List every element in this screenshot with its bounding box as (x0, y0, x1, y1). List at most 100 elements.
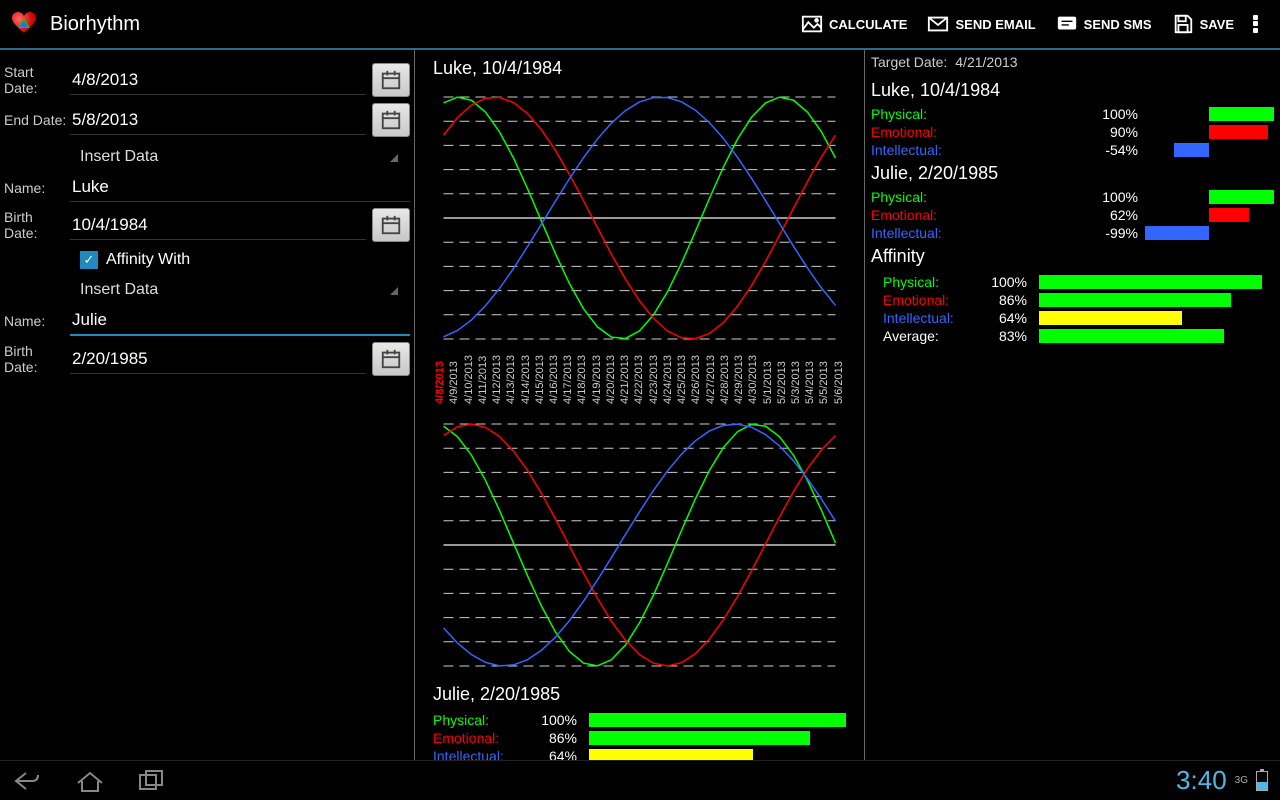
affinity-pct: 83% (981, 328, 1031, 344)
app-logo-icon (12, 12, 36, 36)
date-tick: 5/6/2013 (833, 355, 845, 404)
home-icon[interactable] (74, 769, 106, 793)
date-tick: 4/25/2013 (676, 355, 688, 404)
network-indicator: 3G (1235, 775, 1248, 786)
name1-input[interactable] (70, 173, 410, 202)
affinity-checkbox-row[interactable]: ✓ Affinity With (0, 245, 410, 273)
date-tick: 4/10/2013 (463, 355, 475, 404)
start-date-label: Start Date: (0, 64, 70, 96)
affinity-label: Emotional: (433, 730, 523, 746)
overflow-menu-button[interactable] (1244, 12, 1268, 36)
affinity-bar (1039, 311, 1262, 325)
picture-icon (801, 13, 823, 35)
stat-pct: 62% (1084, 207, 1144, 223)
name2-input[interactable] (70, 306, 410, 336)
affinity-label: Physical: (433, 712, 523, 728)
chart1 (421, 83, 858, 353)
chart-panel: Luke, 10/4/1984 4/8/20134/9/20134/10/201… (415, 50, 865, 760)
date-tick: 4/13/2013 (505, 355, 517, 404)
stat-label: Physical: (871, 189, 991, 205)
name1-label: Name: (0, 180, 70, 196)
stat-pct: 90% (1084, 124, 1144, 140)
date-tick: 5/4/2013 (804, 355, 816, 404)
email-icon (927, 13, 949, 35)
date-tick: 4/9/2013 (448, 355, 460, 404)
birth1-picker-button[interactable] (372, 208, 410, 242)
affinity-pct: 86% (531, 730, 581, 746)
affinity-row: Emotional: 86% (883, 291, 1262, 309)
start-date-picker-button[interactable] (372, 63, 410, 97)
affinity-summary-right: Physical: 100% Emotional: 86% Intellectu… (871, 271, 1274, 347)
date-tick: 4/15/2013 (534, 355, 546, 404)
birth2-label: Birth Date: (0, 343, 70, 375)
stats-p2-title: Julie, 2/20/1985 (871, 159, 1274, 188)
stat-row: Emotional: 62% (871, 206, 1274, 224)
date-tick: 4/16/2013 (548, 355, 560, 404)
battery-icon (1256, 771, 1268, 791)
send-email-button[interactable]: SEND EMAIL (917, 7, 1045, 41)
date-tick: 4/26/2013 (690, 355, 702, 404)
birth1-label: Birth Date: (0, 209, 70, 241)
affinity-pct: 64% (981, 310, 1031, 326)
date-tick: 4/22/2013 (633, 355, 645, 404)
calendar-icon (380, 109, 402, 131)
date-tick: 5/3/2013 (790, 355, 802, 404)
affinity-bar (589, 731, 846, 745)
affinity-pct: 86% (981, 292, 1031, 308)
birth1-input[interactable] (70, 211, 366, 240)
stats-p1-title: Luke, 10/4/1984 (871, 76, 1274, 105)
date-tick: 4/17/2013 (562, 355, 574, 404)
recent-apps-icon[interactable] (136, 769, 168, 793)
affinity-pct: 100% (531, 712, 581, 728)
stat-pct: 100% (1084, 106, 1144, 122)
calendar-icon (380, 214, 402, 236)
date-tick: 5/2/2013 (776, 355, 788, 404)
stats-affinity-title: Affinity (871, 242, 1274, 271)
end-date-label: End Date: (0, 112, 70, 128)
stat-label: Intellectual: (871, 142, 991, 158)
affinity-label: Intellectual: (883, 310, 973, 326)
affinity-row: Physical: 100% (433, 711, 846, 729)
stat-row: Intellectual: -54% (871, 141, 1274, 159)
affinity-row: Intellectual: 64% (883, 309, 1262, 327)
back-icon[interactable] (12, 769, 44, 793)
stat-pct: -99% (1084, 225, 1144, 241)
end-date-input[interactable] (70, 106, 366, 135)
stat-bar (1144, 208, 1274, 222)
start-date-input[interactable] (70, 66, 366, 95)
insert-data-dropdown-2[interactable]: Insert Data (0, 273, 410, 303)
date-tick: 4/27/2013 (705, 355, 717, 404)
stat-bar (1144, 226, 1274, 240)
date-tick: 5/1/2013 (762, 355, 774, 404)
sms-icon (1056, 13, 1078, 35)
save-button[interactable]: SAVE (1162, 7, 1244, 41)
stat-label: Emotional: (871, 207, 991, 223)
stat-row: Emotional: 90% (871, 123, 1274, 141)
insert-data-dropdown-1[interactable]: Insert Data (0, 140, 410, 170)
android-navbar: 3:40 3G (0, 760, 1280, 800)
form-panel: Start Date: End Date: Insert Data Name: … (0, 50, 415, 760)
affinity-row: Emotional: 86% (433, 729, 846, 747)
birth2-picker-button[interactable] (372, 342, 410, 376)
stat-label: Intellectual: (871, 225, 991, 241)
affinity-label: Affinity With (106, 251, 190, 269)
chart2 (421, 410, 858, 680)
clock: 3:40 (1176, 765, 1227, 796)
calendar-icon (380, 69, 402, 91)
stat-bar (1144, 143, 1274, 157)
affinity-bar (589, 713, 846, 727)
end-date-picker-button[interactable] (372, 103, 410, 137)
birth2-input[interactable] (70, 345, 366, 374)
affinity-pct: 100% (981, 274, 1031, 290)
date-tick: 4/11/2013 (477, 355, 489, 404)
affinity-row: Physical: 100% (883, 273, 1262, 291)
affinity-checkbox[interactable]: ✓ (80, 251, 98, 269)
send-sms-button[interactable]: SEND SMS (1046, 7, 1162, 41)
date-tick: 4/21/2013 (619, 355, 631, 404)
date-tick: 4/19/2013 (591, 355, 603, 404)
stat-bar (1144, 125, 1274, 139)
calculate-button[interactable]: CALCULATE (791, 7, 917, 41)
affinity-bar (1039, 293, 1262, 307)
affinity-label: Physical: (883, 274, 973, 290)
date-tick: 4/24/2013 (662, 355, 674, 404)
